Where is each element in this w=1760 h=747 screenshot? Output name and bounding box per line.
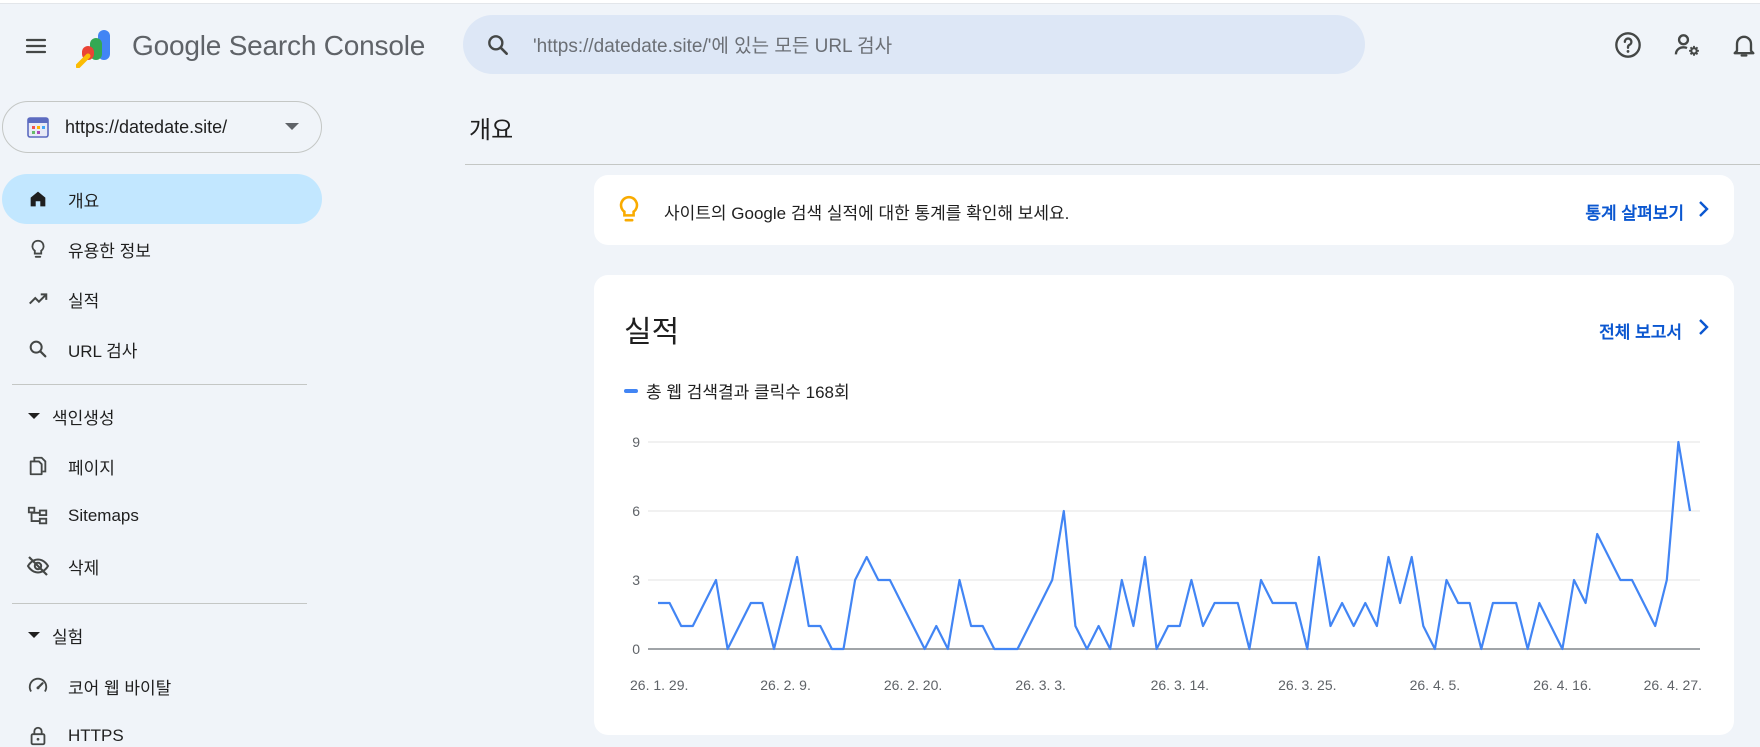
pages-icon: [24, 452, 52, 480]
chevron-right-icon[interactable]: [1696, 316, 1712, 343]
visibility-off-icon: [24, 552, 52, 580]
lightbulb-icon: [24, 235, 52, 263]
chevron-down-icon: [285, 123, 299, 130]
page-title: 개요: [469, 117, 514, 144]
search-input[interactable]: 'https://datedate.site/'에 있는 모든 URL 검사: [533, 31, 892, 58]
search-icon: [488, 34, 508, 55]
caret-down-icon: [28, 413, 40, 419]
main-menu-button[interactable]: [16, 26, 56, 66]
property-name: https://datedate.site/: [65, 116, 228, 137]
x-tick-label: 26. 4. 5.: [1410, 677, 1461, 693]
sidebar-divider: [12, 603, 307, 604]
performance-card: 실적 전체 보고서 총 웹 검색결과 클릭수 168회 0 3 6 9 26. 1. 2…: [594, 275, 1734, 735]
performance-card-title: 실적: [624, 316, 680, 349]
sidebar-item-label: 코어 웹 바이탈: [68, 678, 172, 698]
sidebar-section-experience[interactable]: 실험: [24, 620, 83, 650]
y-tick-label: 9: [632, 434, 640, 450]
page-header-divider: [465, 164, 1760, 165]
lightbulb-icon: [616, 195, 642, 230]
full-report-link[interactable]: 전체 보고서: [1599, 318, 1682, 343]
y-tick-label: 0: [632, 641, 640, 657]
sidebar-item-https[interactable]: HTTPS: [2, 711, 322, 747]
sidebar-item-label: 개요: [68, 191, 100, 211]
url-inspect-search-bar[interactable]: 'https://datedate.site/'에 있는 모든 URL 검사: [463, 15, 1365, 74]
sidebar-item-pages[interactable]: 페이지: [2, 441, 322, 491]
chart-legend[interactable]: 총 웹 검색결과 클릭수 168회: [624, 378, 850, 403]
logo-google-text: Google: [132, 30, 222, 61]
x-tick-label: 26. 4. 16.: [1533, 677, 1591, 693]
x-tick-label: 26. 3. 14.: [1151, 677, 1209, 693]
legend-swatch: [624, 388, 638, 393]
explore-stats-link[interactable]: 통계 살펴보기: [1585, 199, 1684, 224]
sidebar-item-label: Sitemaps: [68, 506, 139, 525]
chevron-right-icon[interactable]: [1696, 198, 1712, 225]
sidebar-item-label: 삭제: [68, 558, 100, 578]
performance-line-chart: 0 3 6 9 26. 1. 29. 26. 2. 9. 26. 2. 20. 26. 3. …: [630, 434, 1702, 693]
search-console-logo-icon[interactable]: [75, 26, 118, 69]
sidebar-section-indexing[interactable]: 색인생성: [24, 401, 115, 431]
sidebar-item-sitemaps[interactable]: Sitemaps: [2, 491, 322, 541]
y-tick-label: 6: [632, 503, 640, 519]
menu-icon: [25, 38, 47, 54]
property-calendar-icon: [27, 117, 49, 138]
sidebar-section-label: 실험: [52, 627, 84, 647]
y-tick-label: 3: [632, 572, 640, 588]
lock-icon: [24, 722, 52, 747]
trending-up-icon: [24, 285, 52, 313]
help-button[interactable]: [1611, 28, 1645, 62]
sidebar-item-performance[interactable]: 실적: [2, 274, 322, 324]
clicks-series-line: [658, 440, 1692, 651]
sidebar-item-core-web-vitals[interactable]: 코어 웹 바이탈: [2, 661, 322, 711]
sitemap-icon: [24, 502, 52, 530]
notifications-icon: [1733, 35, 1755, 57]
sidebar-section-label: 색인생성: [52, 408, 115, 428]
x-tick-label: 26. 3. 3.: [1015, 677, 1066, 693]
sidebar-item-label: 실적: [68, 291, 100, 311]
top-border: [0, 0, 1760, 4]
help-icon: [1615, 32, 1641, 58]
property-selector[interactable]: https://datedate.site/: [2, 101, 322, 153]
x-tick-label: 26. 4. 27.: [1644, 677, 1702, 693]
sidebar-divider: [12, 384, 307, 385]
search-icon: [24, 335, 52, 363]
sidebar-item-overview[interactable]: 개요: [2, 174, 322, 224]
x-tick-label: 26. 1. 29.: [630, 677, 688, 693]
sidebar-item-insights[interactable]: 유용한 정보: [2, 224, 322, 274]
insights-tip-card: 사이트의 Google 검색 실적에 대한 통계를 확인해 보세요. 통계 살펴…: [594, 175, 1734, 245]
sidebar-item-removals[interactable]: 삭제: [2, 541, 322, 591]
caret-down-icon: [28, 632, 40, 638]
tip-text: 사이트의 Google 검색 실적에 대한 통계를 확인해 보세요.: [664, 204, 1070, 223]
sidebar-item-label: 유용한 정보: [68, 241, 151, 261]
sidebar-item-label: HTTPS: [68, 726, 124, 745]
product-title: Google Search Console: [132, 30, 425, 62]
manage-users-icon: [1674, 34, 1699, 56]
logo-product-text: Search Console: [228, 30, 426, 61]
manage-users-button[interactable]: [1670, 28, 1704, 62]
speed-icon: [24, 672, 52, 700]
notifications-button[interactable]: [1727, 28, 1760, 62]
x-tick-label: 26. 2. 20.: [884, 677, 942, 693]
x-tick-label: 26. 3. 25.: [1278, 677, 1336, 693]
sidebar-item-url-inspection[interactable]: URL 검사: [2, 324, 322, 374]
legend-label: 총 웹 검색결과 클릭수 168회: [646, 383, 850, 402]
sidebar-item-label: URL 검사: [68, 341, 138, 361]
x-tick-label: 26. 2. 9.: [760, 677, 811, 693]
sidebar-item-label: 페이지: [68, 458, 115, 478]
home-icon: [24, 185, 52, 213]
